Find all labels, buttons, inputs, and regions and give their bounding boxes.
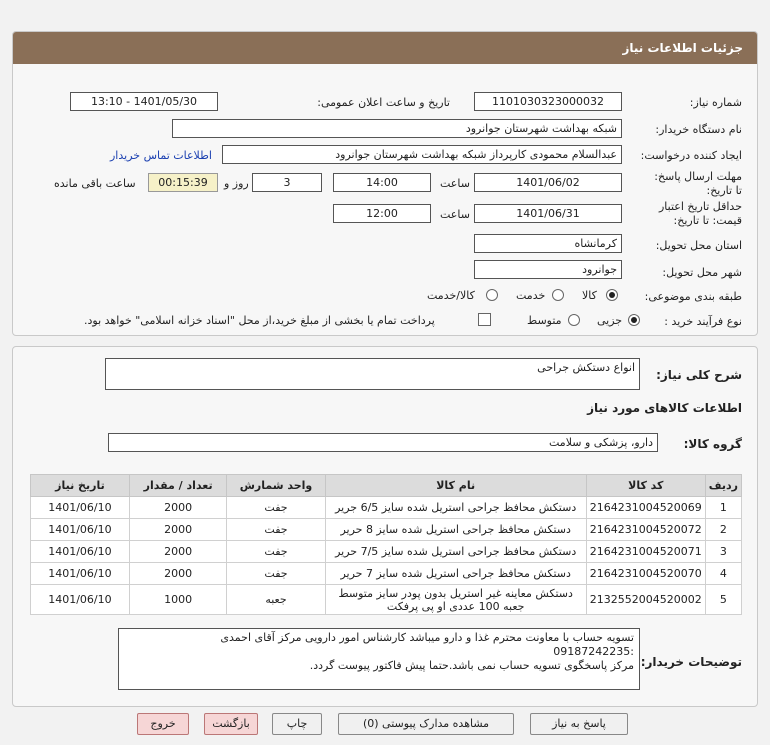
cell-date: 1401/06/10 bbox=[30, 562, 130, 585]
cell-date: 1401/06/10 bbox=[30, 584, 130, 615]
validity-time-field: 12:00 bbox=[333, 204, 431, 223]
remaining-time-field: 00:15:39 bbox=[148, 173, 218, 192]
table-row: 2 2164231004520072 دستکش محافظ جراحی است… bbox=[30, 518, 743, 541]
cell-row: 1 bbox=[704, 496, 743, 519]
buyer-note-line: :09187242235 bbox=[553, 645, 634, 658]
remaining-label: ساعت باقی مانده bbox=[54, 177, 136, 190]
category-both-label: کالا/خدمت bbox=[427, 289, 475, 302]
cell-code: 2132552004520002 bbox=[585, 584, 706, 615]
province-label: استان محل تحویل: bbox=[655, 239, 742, 252]
col-name: نام کالا bbox=[324, 474, 587, 497]
need-number-label: شماره نیاز: bbox=[689, 96, 742, 109]
cell-date: 1401/06/10 bbox=[30, 540, 130, 563]
process-minor-label: جزیی bbox=[597, 314, 623, 327]
deadline-label: مهلت ارسال پاسخ: تا تاریخ: bbox=[654, 170, 742, 197]
validity-date-field: 1401/06/31 bbox=[474, 204, 622, 223]
buyer-contact-link[interactable]: اطلاعات تماس خریدار bbox=[110, 149, 212, 162]
cell-unit: جفت bbox=[226, 518, 326, 541]
category-service-label: خدمت bbox=[516, 289, 546, 302]
validity-time-label: ساعت bbox=[440, 208, 470, 221]
city-field: جوانرود bbox=[474, 260, 622, 279]
cell-qty: 2000 bbox=[128, 518, 228, 541]
group-field: دارو، پزشکی و سلامت bbox=[108, 433, 658, 452]
cell-name: دستکش محافظ جراحی استریل شده سایز 7/5 حر… bbox=[324, 540, 587, 563]
table-row: 4 2164231004520070 دستکش محافظ جراحی است… bbox=[30, 562, 743, 585]
city-label: شهر محل تحویل: bbox=[662, 266, 742, 279]
requester-label: ایجاد کننده درخواست: bbox=[640, 149, 742, 162]
view-docs-button[interactable]: مشاهده مدارک پیوستی (0) bbox=[338, 713, 514, 735]
col-date: تاریخ نیاز bbox=[30, 474, 130, 497]
category-service-radio[interactable] bbox=[552, 289, 564, 301]
table-row: 3 2164231004520071 دستکش محافظ جراحی است… bbox=[30, 540, 743, 563]
buyer-org-field: شبکه بهداشت شهرستان جوانرود bbox=[172, 119, 622, 138]
need-number-field: 1101030323000032 bbox=[474, 92, 622, 111]
buyer-notes-label: توضیحات خریدار: bbox=[640, 655, 742, 669]
col-unit: واحد شمارش bbox=[226, 474, 326, 497]
goods-info-title: اطلاعات کالاهای مورد نیاز bbox=[587, 401, 742, 415]
buyer-note-line: تسویه حساب با معاونت محترم غذا و دارو می… bbox=[220, 631, 634, 644]
panel-title: جزئیات اطلاعات نیاز bbox=[13, 32, 757, 64]
deadline-time-field: 14:00 bbox=[333, 173, 431, 192]
category-label: طبقه بندی موضوعی: bbox=[644, 290, 742, 303]
deadline-time-label: ساعت bbox=[440, 177, 470, 190]
table-row: 5 2132552004520002 دستکش معاینه غیر استر… bbox=[30, 584, 743, 615]
cell-qty: 2000 bbox=[128, 562, 228, 585]
deadline-date-field: 1401/06/02 bbox=[474, 173, 622, 192]
days-field: 3 bbox=[252, 173, 322, 192]
process-medium-label: متوسط bbox=[527, 314, 562, 327]
buyer-org-label: نام دستگاه خریدار: bbox=[655, 123, 742, 136]
col-code: کد کالا bbox=[585, 474, 706, 497]
cell-row: 2 bbox=[704, 518, 743, 541]
cell-unit: جفت bbox=[226, 496, 326, 519]
announce-field: 1401/05/30 - 13:10 bbox=[70, 92, 218, 111]
treasury-payment-note: پرداخت تمام یا بخشی از مبلغ خرید،از محل … bbox=[84, 314, 435, 327]
buyer-note-line: مرکز پاسخگوی تسویه حساب نمی باشد.حتما پی… bbox=[309, 659, 634, 672]
days-label: روز و bbox=[224, 177, 249, 190]
announce-label: تاریخ و ساعت اعلان عمومی: bbox=[317, 96, 450, 109]
cell-code: 2164231004520072 bbox=[585, 518, 706, 541]
back-button[interactable]: بازگشت bbox=[204, 713, 258, 735]
cell-row: 5 bbox=[704, 584, 743, 615]
validity-label: حداقل تاریخ اعتبار قیمت: تا تاریخ: bbox=[658, 200, 742, 227]
col-row: ردیف bbox=[704, 474, 743, 497]
cell-name: دستکش محافظ جراحی استریل شده سایز 6/5 جر… bbox=[324, 496, 587, 519]
cell-name: دستکش محافظ جراحی استریل شده سایز 8 حریر bbox=[324, 518, 587, 541]
cell-unit: جعبه bbox=[226, 584, 326, 615]
province-field: کرمانشاه bbox=[474, 234, 622, 253]
exit-button[interactable]: خروج bbox=[137, 713, 189, 735]
requester-field: عبدالسلام محمودی کارپرداز شبکه بهداشت شه… bbox=[222, 145, 622, 164]
cell-unit: جفت bbox=[226, 540, 326, 563]
process-medium-radio[interactable] bbox=[568, 314, 580, 326]
cell-qty: 1000 bbox=[128, 584, 228, 615]
group-label: گروه کالا: bbox=[683, 437, 742, 451]
cell-row: 4 bbox=[704, 562, 743, 585]
goods-table: ردیف کد کالا نام کالا واحد شمارش تعداد /… bbox=[30, 474, 743, 615]
treasury-payment-checkbox[interactable] bbox=[478, 313, 491, 326]
print-button[interactable]: چاپ bbox=[272, 713, 322, 735]
buyer-notes-field: تسویه حساب با معاونت محترم غذا و دارو می… bbox=[118, 628, 640, 690]
cell-qty: 2000 bbox=[128, 496, 228, 519]
summary-field: انواع دستکش جراحی bbox=[105, 358, 640, 390]
cell-row: 3 bbox=[704, 540, 743, 563]
cell-name: دستکش محافظ جراحی استریل شده سایز 7 حریر bbox=[324, 562, 587, 585]
table-row: 1 2164231004520069 دستکش محافظ جراحی است… bbox=[30, 496, 743, 519]
col-qty: تعداد / مقدار bbox=[128, 474, 228, 497]
cell-code: 2164231004520070 bbox=[585, 562, 706, 585]
category-both-radio[interactable] bbox=[486, 289, 498, 301]
cell-qty: 2000 bbox=[128, 540, 228, 563]
cell-date: 1401/06/10 bbox=[30, 518, 130, 541]
process-label: نوع فرآیند خرید : bbox=[664, 315, 742, 328]
table-header-row: ردیف کد کالا نام کالا واحد شمارش تعداد /… bbox=[30, 474, 743, 497]
cell-code: 2164231004520069 bbox=[585, 496, 706, 519]
summary-label: شرح کلی نیاز: bbox=[656, 368, 742, 382]
category-goods-label: کالا bbox=[582, 289, 597, 302]
cell-name: دستکش معاینه غیر استریل بدون پودر سایز م… bbox=[324, 584, 587, 615]
cell-code: 2164231004520071 bbox=[585, 540, 706, 563]
process-minor-radio[interactable] bbox=[628, 314, 640, 326]
reply-button[interactable]: پاسخ به نیاز bbox=[530, 713, 628, 735]
category-goods-radio[interactable] bbox=[606, 289, 618, 301]
cell-unit: جفت bbox=[226, 562, 326, 585]
cell-date: 1401/06/10 bbox=[30, 496, 130, 519]
